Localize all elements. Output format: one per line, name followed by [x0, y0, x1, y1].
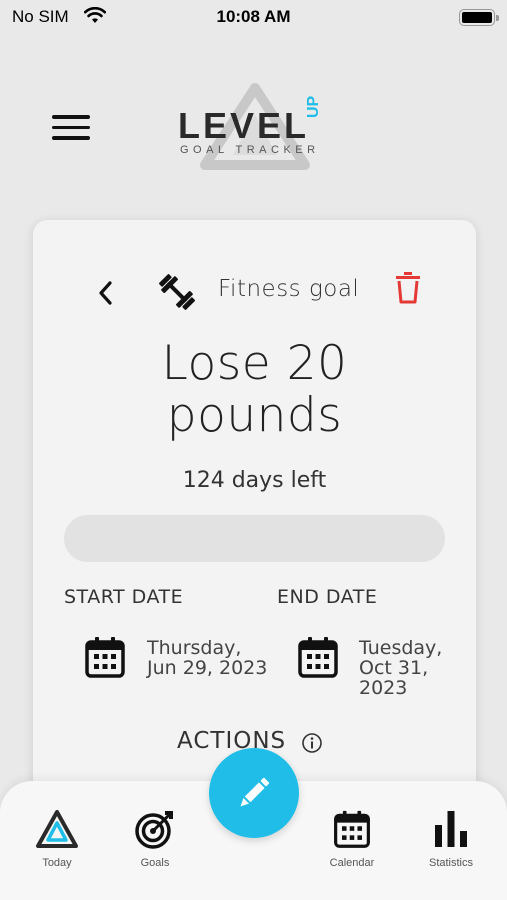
info-icon[interactable] [301, 732, 323, 754]
tab-statistics[interactable]: Statistics [411, 809, 491, 869]
days-left-label: 124 days left [182, 468, 327, 493]
svg-text:GOAL TRACKER: GOAL TRACKER [180, 144, 320, 156]
goal-category-label: Fitness goal [218, 276, 360, 302]
level-up-logo: LEVEL UP GOAL TRACKER [178, 83, 322, 170]
start-date-value[interactable]: Thursday, Jun 29, 2023 [147, 638, 267, 678]
pencil-icon [240, 777, 270, 807]
dumbbell-icon [159, 274, 195, 310]
start-date-label: START DATE [64, 586, 184, 608]
back-chevron-icon[interactable] [93, 278, 119, 308]
menu-button[interactable] [52, 115, 90, 143]
tab-statistics-label: Statistics [428, 857, 473, 869]
end-date: Oct 31, 2023 [359, 657, 429, 699]
start-calendar-icon[interactable] [84, 635, 126, 679]
tab-goals[interactable]: Goals [115, 809, 195, 869]
end-date-label: END DATE [277, 586, 378, 608]
goal-detail-card: Fitness goal Lose 20 pounds 124 days lef… [33, 220, 476, 840]
end-date-value[interactable]: Tuesday, Oct 31, 2023 [359, 638, 476, 698]
target-icon [135, 811, 173, 849]
edit-goal-fab[interactable] [209, 748, 299, 838]
goal-title: Lose 20 pounds [161, 336, 348, 443]
end-calendar-icon[interactable] [297, 635, 339, 679]
today-logo-icon [36, 810, 78, 848]
calendar-icon [334, 810, 370, 848]
status-bar: No SIM 10:08 AM [0, 0, 507, 36]
app-header: LEVEL UP GOAL TRACKER [0, 80, 507, 180]
clock-time: 10:08 AM [216, 7, 291, 26]
battery-icon [459, 9, 499, 26]
start-day: Thursday, [147, 637, 242, 659]
tab-calendar-label: Calendar [329, 857, 375, 869]
tab-today-label: Today [42, 857, 72, 869]
tab-calendar[interactable]: Calendar [312, 809, 392, 869]
bar-chart-icon [435, 811, 467, 847]
goal-progress-bar [64, 515, 445, 562]
delete-trash-icon[interactable] [393, 271, 423, 305]
svg-text:UP: UP [305, 95, 322, 118]
svg-text:LEVEL: LEVEL [178, 105, 309, 146]
tab-goals-label: Goals [140, 857, 170, 869]
start-date: Jun 29, 2023 [147, 657, 268, 679]
end-day: Tuesday, [359, 637, 443, 659]
tab-today[interactable]: Today [17, 809, 97, 869]
